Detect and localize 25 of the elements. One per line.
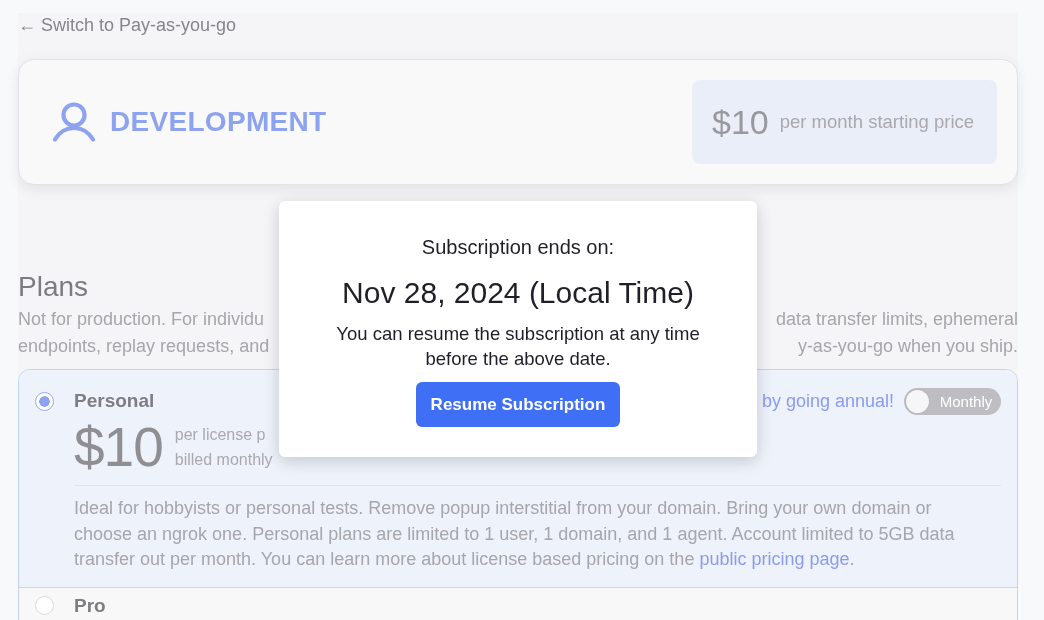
billing-toggle[interactable]: Monthly <box>904 387 1001 415</box>
price-note: billed monthly <box>174 450 273 470</box>
plan-name: DEVELOPMENT <box>110 106 327 138</box>
plan-title: Pro <box>74 594 106 617</box>
back-link[interactable]: ← Switch to Pay-as-you-go <box>18 13 237 37</box>
radio-button[interactable] <box>35 596 54 615</box>
description-text: endpoints, replay requests, and <box>18 335 270 358</box>
modal-heading: Subscription ends on: <box>421 235 615 259</box>
price-amount: $10 <box>712 102 769 142</box>
radio-button[interactable] <box>35 391 54 411</box>
user-icon <box>52 102 96 142</box>
description-text: y-as-you-go when you ship. <box>797 335 1018 358</box>
resume-button[interactable]: Resume Subscription <box>416 382 620 427</box>
description-text: Not for production. For individu <box>18 308 265 331</box>
plan-price: $10 <box>74 417 163 477</box>
annual-promo-link[interactable]: by going annual! <box>761 390 894 412</box>
plan-description: Ideal for hobbyists or personal tests. Remove popup interstitial from your domain. Bring your own domain or choose an ngrok one. Personal plans are limited to 1 user, 1 domain, and 1 agent. Account limited to 5GB data transfer out per month. You can learn more about license based pricing on the public pricing page. <box>74 485 1001 573</box>
end-date: Nov 28, 2024 (Local Time) <box>342 275 694 311</box>
section-title: Plans <box>18 270 89 304</box>
pricing-link[interactable]: public pricing page <box>699 549 850 569</box>
price-note: per month starting price <box>779 111 975 133</box>
price-note: per license p <box>174 425 267 445</box>
modal-message: You can resume the subscription at any time before the above date. <box>335 322 701 371</box>
description-text: data transfer limits, ephemeral <box>775 308 1018 331</box>
plan-title: Personal <box>74 390 155 412</box>
